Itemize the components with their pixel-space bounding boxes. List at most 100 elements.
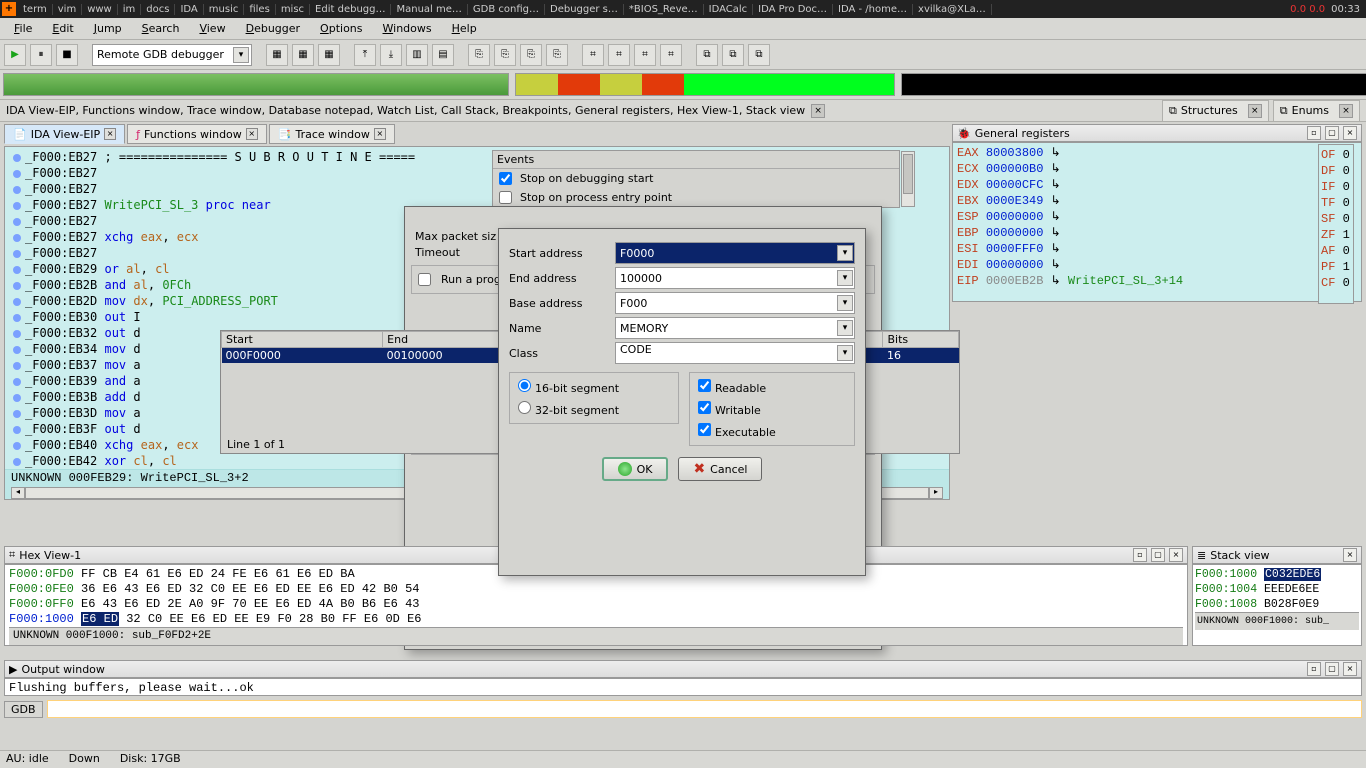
menu-search[interactable]: Search <box>132 20 190 37</box>
pause-button[interactable]: ⏸ <box>30 44 52 66</box>
taskbar-app[interactable]: term <box>18 4 53 15</box>
max-icon[interactable]: ▢ <box>1151 548 1165 562</box>
ok-button[interactable]: OK <box>602 457 669 481</box>
register-row[interactable]: EAX 80003800 ↳ <box>957 145 1357 161</box>
taskbar-app[interactable]: docs <box>141 4 175 15</box>
dropdown-icon[interactable]: ▾ <box>837 295 853 311</box>
menubar[interactable]: FileEditJumpSearchViewDebuggerOptionsWin… <box>0 18 1366 40</box>
max-icon[interactable]: ▢ <box>1325 126 1339 140</box>
column-header[interactable]: Start <box>222 332 383 348</box>
segment-name-field[interactable] <box>615 317 855 339</box>
chk-stop-debugging-start[interactable] <box>499 172 512 185</box>
taskbar-app[interactable]: misc <box>276 4 310 15</box>
tool-icon[interactable]: ⧉ <box>722 44 744 66</box>
menu-debugger[interactable]: Debugger <box>236 20 310 37</box>
close-icon[interactable]: × <box>1343 548 1357 562</box>
tool-icon[interactable]: ⌗ <box>582 44 604 66</box>
menu-jump[interactable]: Jump <box>84 20 132 37</box>
close-icon[interactable]: × <box>1169 548 1183 562</box>
hex-row[interactable]: F000:0FE0 36 E6 43 E6 ED 32 C0 EE E6 ED … <box>9 582 1183 597</box>
restore-icon[interactable]: ▫ <box>1133 548 1147 562</box>
tab-structures[interactable]: ⧉ Structures × <box>1162 100 1269 122</box>
taskbar-app[interactable]: vim <box>53 4 82 15</box>
taskbar-app[interactable]: IDA <box>175 4 203 15</box>
restore-icon[interactable]: ▫ <box>1307 662 1321 676</box>
taskbar-app[interactable]: IDA - /home… <box>833 4 913 15</box>
tool-icon[interactable]: ▦ <box>318 44 340 66</box>
close-tab-icon[interactable]: × <box>1339 104 1353 118</box>
gdb-command-input[interactable] <box>47 700 1362 718</box>
tool-icon[interactable]: ⌗ <box>660 44 682 66</box>
tool-icon[interactable]: ⎘ <box>546 44 568 66</box>
tool-icon[interactable]: ⎘ <box>520 44 542 66</box>
tool-icon[interactable]: ▦ <box>292 44 314 66</box>
menu-file[interactable]: File <box>4 20 42 37</box>
register-row[interactable]: EBP 00000000 ↳ <box>957 225 1357 241</box>
tab-functions[interactable]: ƒFunctions window× <box>127 124 267 144</box>
dropdown-icon[interactable]: ▾ <box>837 270 853 286</box>
restore-icon[interactable]: ▫ <box>1307 126 1321 140</box>
chk-writable[interactable] <box>698 401 711 414</box>
chk-readable[interactable] <box>698 379 711 392</box>
class-select[interactable]: CODE <box>615 342 855 364</box>
taskbar-app[interactable]: IDACalc <box>704 4 754 15</box>
dropdown-icon[interactable]: ▾ <box>233 47 249 63</box>
chk-stop-process-entry[interactable] <box>499 191 512 204</box>
nav-band[interactable] <box>0 70 1366 100</box>
document-tabstrip[interactable]: IDA View-EIP, Functions window, Trace wi… <box>0 100 1366 122</box>
taskbar-app[interactable]: files <box>244 4 275 15</box>
start-button[interactable]: + <box>2 2 16 16</box>
nav-segment[interactable] <box>901 73 1366 96</box>
menu-help[interactable]: Help <box>442 20 487 37</box>
menu-edit[interactable]: Edit <box>42 20 83 37</box>
close-icon[interactable]: × <box>246 128 258 140</box>
nav-segment[interactable] <box>3 73 509 96</box>
nav-segment[interactable] <box>515 73 895 96</box>
taskbar-app[interactable]: Manual me… <box>391 4 467 15</box>
tool-icon[interactable]: ⧉ <box>748 44 770 66</box>
close-icon[interactable]: × <box>1343 126 1357 140</box>
tool-icon[interactable]: ⌗ <box>634 44 656 66</box>
taskbar-app[interactable]: *BIOS_Reve… <box>624 4 704 15</box>
tool-icon[interactable]: ⤒ <box>354 44 376 66</box>
chk-executable[interactable] <box>698 423 711 436</box>
scroll-left-icon[interactable]: ◂ <box>11 487 25 499</box>
taskbar-app[interactable]: www <box>82 4 118 15</box>
end-address-field[interactable] <box>615 267 855 289</box>
chk-run-a-program[interactable] <box>418 273 431 286</box>
close-tab-icon[interactable]: × <box>1248 104 1262 118</box>
tab-enums[interactable]: ⧉ Enums × <box>1273 100 1360 122</box>
register-row[interactable]: ESI 0000FFF0 ↳ <box>957 241 1357 257</box>
radio-32bit[interactable] <box>518 401 531 414</box>
radio-16bit[interactable] <box>518 379 531 392</box>
taskbar-app[interactable]: music <box>204 4 245 15</box>
register-row[interactable]: EBX 0000E349 ↳ <box>957 193 1357 209</box>
column-header[interactable]: Bits <box>883 332 959 348</box>
stop-button[interactable]: ■ <box>56 44 78 66</box>
scrollbar[interactable] <box>901 151 915 207</box>
taskbar-app[interactable]: im <box>118 4 142 15</box>
tool-icon[interactable]: ▥ <box>406 44 428 66</box>
tool-icon[interactable]: ▤ <box>432 44 454 66</box>
register-row[interactable]: EDX 00000CFC ↳ <box>957 177 1357 193</box>
desktop-taskbar[interactable]: + termvimwwwimdocsIDAmusicfilesmiscEdit … <box>0 0 1366 18</box>
stack-row[interactable]: F000:1004 EEEDE6EE <box>1195 582 1359 597</box>
dropdown-icon[interactable]: ▾ <box>837 320 853 336</box>
stack-row[interactable]: F000:1008 B028F0E9 <box>1195 597 1359 612</box>
dropdown-icon[interactable]: ▾ <box>837 245 853 261</box>
close-icon[interactable]: × <box>1343 662 1357 676</box>
taskbar-app[interactable]: Edit debugg… <box>310 4 391 15</box>
base-address-field[interactable] <box>615 292 855 314</box>
taskbar-app[interactable]: xvilka@XLa… <box>913 4 992 15</box>
tool-icon[interactable]: ⌗ <box>608 44 630 66</box>
register-row[interactable]: ECX 000000B0 ↳ <box>957 161 1357 177</box>
close-icon[interactable]: × <box>104 128 116 140</box>
tab-trace[interactable]: 📑Trace window× <box>269 124 395 144</box>
hex-row[interactable]: F000:0FF0 E6 43 E6 ED 2E A0 9F 70 EE E6 … <box>9 597 1183 612</box>
register-row[interactable]: EDI 00000000 ↳ <box>957 257 1357 273</box>
close-tab-icon[interactable]: × <box>811 104 825 118</box>
menu-options[interactable]: Options <box>310 20 372 37</box>
taskbar-app[interactable]: GDB config… <box>468 4 545 15</box>
hex-row[interactable]: F000:1000 E6 ED 32 C0 EE E6 ED EE E9 F0 … <box>9 612 1183 627</box>
tool-icon[interactable]: ⎘ <box>468 44 490 66</box>
